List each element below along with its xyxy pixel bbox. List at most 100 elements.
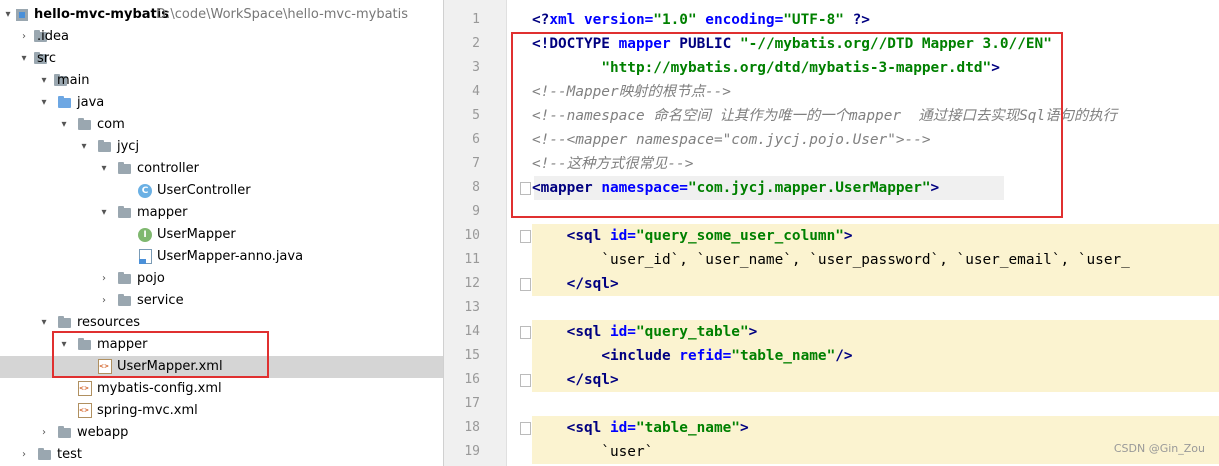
annotation-box-editor	[511, 32, 1063, 218]
package-icon	[118, 206, 131, 218]
code-token: encoding=	[696, 12, 784, 28]
xml-file-icon	[78, 403, 92, 418]
project-name: hello-mvc-mybatis	[34, 7, 169, 22]
chevron-down-icon[interactable]: ▾	[38, 92, 50, 114]
tree-item-service[interactable]: › service	[0, 290, 443, 312]
tree-item-idea[interactable]: › .idea	[0, 26, 443, 48]
interface-icon: I	[138, 228, 152, 242]
chevron-down-icon[interactable]: ▾	[2, 4, 14, 26]
package-icon	[98, 140, 111, 152]
code-token: "UTF-8"	[783, 12, 844, 28]
folder-icon	[58, 426, 71, 438]
tree-item-label: UserController	[157, 183, 251, 198]
code-token: id=	[609, 324, 636, 340]
tree-item-label: src	[37, 51, 56, 66]
code-token: </sql>	[566, 276, 619, 292]
tree-item-jycj[interactable]: ▾ jycj	[0, 136, 443, 158]
module-icon	[16, 9, 28, 21]
tree-item-pojo[interactable]: › pojo	[0, 268, 443, 290]
line-number: 17	[464, 396, 480, 411]
chevron-right-icon[interactable]: ›	[18, 26, 30, 48]
code-token: version=	[583, 12, 654, 28]
chevron-down-icon[interactable]: ▾	[38, 70, 50, 92]
code-line[interactable]: `user_id`, `user_name`, `user_password`,…	[532, 248, 1130, 272]
tree-item-controller[interactable]: ▾ controller	[0, 158, 443, 180]
code-line[interactable]: <sql id="query_some_user_column">	[532, 224, 853, 248]
code-line[interactable]: <sql id="query_table">	[532, 320, 758, 344]
package-icon	[118, 272, 131, 284]
tree-item-test[interactable]: › test	[0, 444, 443, 466]
chevron-down-icon[interactable]: ▾	[18, 48, 30, 70]
code-token: ?>	[843, 12, 870, 28]
tree-item-src[interactable]: ▾ src	[0, 48, 443, 70]
chevron-down-icon[interactable]: ▾	[58, 114, 70, 136]
chevron-down-icon[interactable]: ▾	[38, 312, 50, 334]
code-token: <sql	[566, 324, 610, 340]
code-token: <include	[601, 348, 680, 364]
code-line[interactable]: `user`	[532, 440, 653, 464]
tree-item-mybatis-config[interactable]: mybatis-config.xml	[0, 378, 443, 400]
code-token: "query_some_user_column"	[635, 228, 844, 244]
code-token: "table_name"	[731, 348, 836, 364]
fold-marker-icon[interactable]	[520, 278, 531, 291]
chevron-right-icon[interactable]: ›	[98, 290, 110, 312]
tree-item-label: UserMapper-anno.java	[157, 249, 304, 264]
tree-item-spring-mvc[interactable]: spring-mvc.xml	[0, 400, 443, 422]
code-editor[interactable]: 1 2 3 4 5 6 7 8 9 10 11 12 13 14 15 16 17 18 19 <?xml vers…	[444, 0, 1219, 466]
line-number: 10	[464, 228, 480, 243]
code-token: <sql	[566, 228, 610, 244]
code-token: "query_table"	[635, 324, 749, 340]
line-number: 3	[472, 60, 480, 75]
code-token: />	[835, 348, 853, 364]
line-number: 19	[464, 444, 480, 459]
fold-marker-icon[interactable]	[520, 374, 531, 387]
fold-marker-icon[interactable]	[520, 422, 531, 435]
code-line[interactable]: </sql>	[532, 272, 619, 296]
chevron-right-icon[interactable]: ›	[18, 444, 30, 466]
code-line[interactable]: <sql id="table_name">	[532, 416, 749, 440]
tree-item-label: com	[97, 117, 125, 132]
code-line[interactable]: <include refid="table_name"/>	[532, 344, 853, 368]
fold-marker-icon[interactable]	[520, 182, 531, 195]
code-token: "1.0"	[653, 12, 697, 28]
fold-marker-icon[interactable]	[520, 326, 531, 339]
chevron-down-icon[interactable]: ▾	[78, 136, 90, 158]
tree-item-com[interactable]: ▾ com	[0, 114, 443, 136]
chevron-right-icon[interactable]: ›	[98, 268, 110, 290]
code-token: id=	[609, 420, 636, 436]
line-number: 15	[464, 348, 480, 363]
code-line[interactable]: <?xml version="1.0" encoding="UTF-8" ?>	[532, 8, 870, 32]
fold-marker-icon[interactable]	[520, 230, 531, 243]
annotation-box-tree	[52, 331, 269, 378]
tree-root[interactable]: ▾ hello-mvc-mybatis D:\code\WorkSpace\hel…	[0, 4, 443, 26]
code-token: >	[739, 420, 749, 436]
project-tree[interactable]: ▾ hello-mvc-mybatis D:\code\WorkSpace\hel…	[0, 0, 444, 466]
highlighted-row	[532, 272, 1219, 296]
chevron-right-icon[interactable]: ›	[38, 422, 50, 444]
line-number: 9	[472, 204, 480, 219]
tree-item-usermapper-anno[interactable]: UserMapper-anno.java	[0, 246, 443, 268]
code-token: "table_name"	[635, 420, 740, 436]
tree-item-webapp[interactable]: › webapp	[0, 422, 443, 444]
xml-file-icon	[78, 381, 92, 396]
line-number: 6	[472, 132, 480, 147]
tree-item-java[interactable]: ▾ java	[0, 92, 443, 114]
tree-item-mapper-package[interactable]: ▾ mapper	[0, 202, 443, 224]
tree-item-usermapper[interactable]: I UserMapper	[0, 224, 443, 246]
resources-folder-icon	[58, 316, 71, 328]
line-number-gutter: 1 2 3 4 5 6 7 8 9 10 11 12 13 14 15 16 17 18 19	[444, 0, 507, 466]
tree-item-label: mybatis-config.xml	[97, 381, 222, 396]
tree-item-main[interactable]: ▾ main	[0, 70, 443, 92]
code-line[interactable]: </sql>	[532, 368, 619, 392]
line-number: 11	[464, 252, 480, 267]
chevron-down-icon[interactable]: ▾	[98, 202, 110, 224]
class-icon: C	[138, 184, 152, 198]
code-token: >	[843, 228, 853, 244]
chevron-down-icon[interactable]: ▾	[98, 158, 110, 180]
line-number: 1	[472, 12, 480, 27]
tree-item-usercontroller[interactable]: C UserController	[0, 180, 443, 202]
